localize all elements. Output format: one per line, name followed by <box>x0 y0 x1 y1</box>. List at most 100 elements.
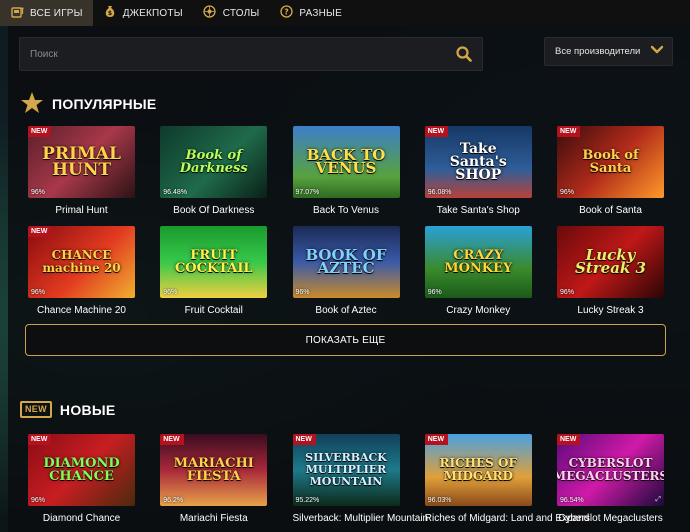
rtp-label: 96% <box>295 289 310 296</box>
rtp-label: 96.03% <box>427 497 452 504</box>
new-badge: NEW <box>424 434 449 445</box>
new-games-grid: DIAMOND CHANCE NEW 96% Diamond Chance MA… <box>28 434 664 524</box>
tab-tables[interactable]: СТОЛЫ <box>193 0 270 26</box>
game-card[interactable]: Take Santa's SHOP NEW 96.08% Take Santa'… <box>424 126 532 216</box>
game-title: Lucky Streak 3 <box>577 305 644 316</box>
tab-label: ДЖЕКПОТЫ <box>122 7 183 19</box>
game-card[interactable]: FRUIT COCKTAIL 96% Fruit Cocktail <box>160 226 268 316</box>
game-thumbnail: CRAZY MONKEY 96% <box>424 226 532 298</box>
chevron-down-icon <box>650 45 664 58</box>
game-art-title: BACK TO VENUS <box>306 146 386 177</box>
rtp-label: 95.22% <box>295 497 320 504</box>
game-card[interactable]: CYBERSLOT MEGACLUSTERS NEW 96.54% ⤢ Cybe… <box>557 434 664 524</box>
game-thumbnail: CHANCE machine 20 NEW 96% <box>28 226 135 298</box>
game-thumbnail: Book of Santa NEW 96% <box>557 126 664 198</box>
provider-select-label: Все производители <box>555 46 641 57</box>
rtp-label: 96.2% <box>163 497 184 504</box>
popular-games-grid: PRIMAL HUNT NEW 96% Primal Hunt Book of … <box>28 126 664 316</box>
game-title: Mariachi Fiesta <box>179 513 248 524</box>
star-icon <box>20 91 44 117</box>
question-icon: ? <box>279 5 293 21</box>
rtp-label: 96% <box>560 189 575 196</box>
rtp-label: 96.48% <box>163 189 187 196</box>
game-card[interactable]: CRAZY MONKEY 96% Crazy Monkey <box>424 226 532 316</box>
game-thumbnail: MARIACHI FIESTA NEW 96.2% <box>160 434 268 506</box>
game-card[interactable]: BOOK OF AZTEC 96% Book of Aztec <box>292 226 400 316</box>
new-badge: NEW <box>28 434 52 445</box>
game-art-title: FRUIT COCKTAIL <box>174 248 253 276</box>
search-input[interactable] <box>30 48 456 60</box>
game-card[interactable]: PRIMAL HUNT NEW 96% Primal Hunt <box>28 126 135 216</box>
game-card[interactable]: RICHES OF MIDGARD NEW 96.03% Riches of M… <box>424 434 590 524</box>
game-card[interactable]: Book of Santa NEW 96% Book of Santa <box>557 126 664 216</box>
tab-label: РАЗНЫЕ <box>299 7 342 19</box>
section-title: ПОПУЛЯРНЫЕ <box>52 96 157 112</box>
game-thumbnail: DIAMOND CHANCE NEW 96% <box>28 434 135 506</box>
game-title: Book of Aztec <box>315 305 377 316</box>
new-badge: NEW <box>292 434 316 445</box>
provider-select[interactable]: Все производители <box>544 37 673 66</box>
game-thumbnail: CYBERSLOT MEGACLUSTERS NEW 96.54% ⤢ <box>557 434 664 506</box>
game-title: Primal Hunt <box>55 205 108 216</box>
game-thumbnail: BOOK OF AZTEC 96% <box>292 226 400 298</box>
game-thumbnail: FRUIT COCKTAIL 96% <box>160 226 268 298</box>
slot-machine-icon <box>10 6 24 21</box>
game-thumbnail: BACK TO VENUS 97.07% <box>292 126 400 198</box>
tab-jackpots[interactable]: $ ДЖЕКПОТЫ <box>93 0 193 26</box>
game-thumbnail: PRIMAL HUNT NEW 96% <box>28 126 135 198</box>
rtp-label: 96% <box>31 497 46 504</box>
section-title: НОВЫЕ <box>59 401 116 418</box>
expand-icon: ⤢ <box>655 496 661 503</box>
tab-misc[interactable]: ? РАЗНЫЕ <box>269 0 352 26</box>
game-card[interactable]: SILVERBACK MULTIPLIER MOUNTAIN NEW 95.22… <box>292 434 429 524</box>
popular-heading: ПОПУЛЯРНЫЕ <box>20 91 157 117</box>
new-section-badge: NEW <box>20 401 52 418</box>
game-thumbnail: Book of Darkness 96.48% <box>160 126 268 198</box>
rtp-label: 96.08% <box>427 189 452 196</box>
game-title: Book Of Darkness <box>173 205 255 216</box>
game-row: CHANCE machine 20 NEW 96% Chance Machine… <box>28 226 664 316</box>
new-badge: NEW <box>28 126 52 137</box>
rtp-label: 97.07% <box>295 189 320 196</box>
game-title: Back To Venus <box>313 205 379 216</box>
game-card[interactable]: CHANCE machine 20 NEW 96% Chance Machine… <box>28 226 135 316</box>
game-card[interactable]: Lucky Streak 3 96% Lucky Streak 3 <box>557 226 664 316</box>
tab-label: СТОЛЫ <box>222 7 260 19</box>
rtp-label: 96% <box>163 289 178 296</box>
game-row: DIAMOND CHANCE NEW 96% Diamond Chance MA… <box>28 434 664 524</box>
game-title: Chance Machine 20 <box>37 305 126 316</box>
game-thumbnail: SILVERBACK MULTIPLIER MOUNTAIN NEW 95.22… <box>292 434 400 506</box>
new-badge: NEW <box>557 126 581 137</box>
game-card[interactable]: Book of Darkness 96.48% Book Of Darkness <box>160 126 268 216</box>
game-title: Diamond Chance <box>42 513 121 524</box>
game-title: Riches of Midgard: Land and Expand <box>424 513 590 524</box>
rtp-label: 96% <box>560 289 575 296</box>
game-card[interactable]: BACK TO VENUS 97.07% Back To Venus <box>292 126 400 216</box>
game-thumbnail: RICHES OF MIDGARD NEW 96.03% <box>424 434 532 506</box>
rtp-label: 96.54% <box>560 497 584 504</box>
rtp-label: 96% <box>31 189 46 196</box>
svg-text:$: $ <box>108 10 112 17</box>
new-heading: NEW НОВЫЕ <box>20 401 116 418</box>
search-icon[interactable] <box>456 46 472 62</box>
game-title: Silverback: Multiplier Mountain <box>292 513 429 524</box>
rtp-label: 96% <box>31 289 46 296</box>
game-art-title: Book of Darkness <box>179 148 248 176</box>
search-box <box>19 37 483 71</box>
show-more-label: ПОКАЗАТЬ ЕЩЕ <box>305 334 386 346</box>
game-thumbnail: Take Santa's SHOP NEW 96.08% <box>424 126 532 198</box>
new-badge: NEW <box>28 226 52 237</box>
new-badge: NEW <box>160 434 184 445</box>
game-card[interactable]: DIAMOND CHANCE NEW 96% Diamond Chance <box>28 434 135 524</box>
games-panel: Все производители ПОПУЛЯРНЫЕ PRIMAL HUNT… <box>8 26 690 532</box>
money-bag-icon: $ <box>103 5 117 21</box>
tab-all-games[interactable]: ВСЕ ИГРЫ <box>0 0 93 26</box>
new-badge: NEW <box>424 126 449 137</box>
show-more-button[interactable]: ПОКАЗАТЬ ЕЩЕ <box>25 324 666 356</box>
svg-text:?: ? <box>284 8 289 17</box>
game-row: PRIMAL HUNT NEW 96% Primal Hunt Book of … <box>28 126 664 216</box>
game-art-title: Lucky Streak 3 <box>575 246 646 277</box>
game-art-title: CRAZY MONKEY <box>444 248 513 276</box>
game-card[interactable]: MARIACHI FIESTA NEW 96.2% Mariachi Fiest… <box>160 434 268 524</box>
game-title: Take Santa's Shop <box>436 205 520 216</box>
